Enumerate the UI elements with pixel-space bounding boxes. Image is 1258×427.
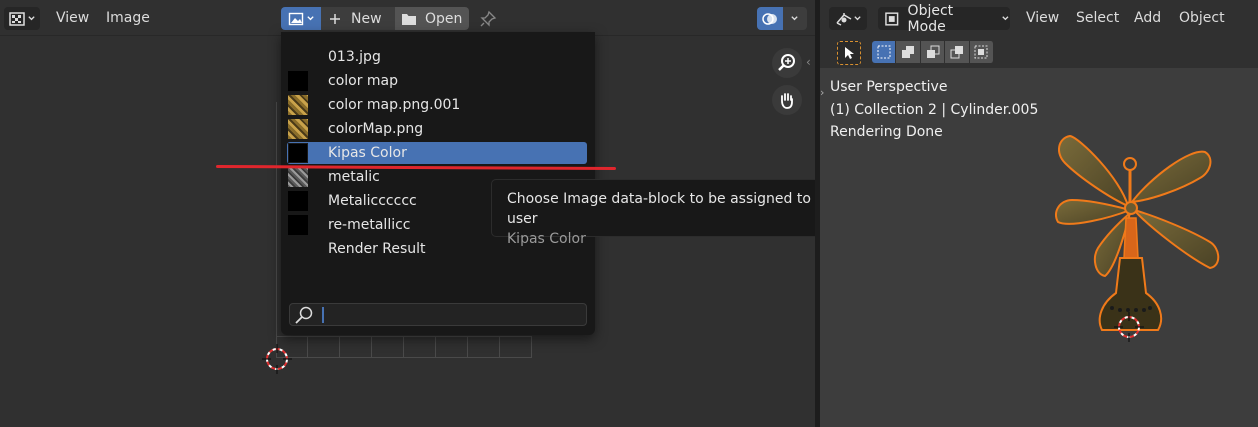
chevron-down-icon [853,16,861,21]
sidebar-toggle-icon[interactable]: ‹ [806,55,811,69]
dropdown-item[interactable]: colorMap.png [287,118,587,140]
select-extend-mode[interactable] [896,41,921,63]
thumbnail [288,47,308,67]
select-extend-icon [902,46,915,58]
object-mode-icon [885,11,899,26]
dropdown-item[interactable]: color map [287,70,587,92]
fan-model[interactable] [1050,118,1250,358]
select-new-mode[interactable] [872,41,897,63]
overlays-icon [762,12,777,25]
pan-gizmo[interactable] [772,85,802,115]
dropdown-item-label: Kipas Color [328,145,407,161]
image-editor-header: View Image New Open [0,0,815,36]
dropdown-item[interactable]: 013.jpg [287,46,587,68]
2d-cursor-icon[interactable] [262,344,292,374]
viewport-header: Object Mode View Select Add Object [820,0,1258,36]
thumbnail [288,71,308,91]
3d-cursor-icon[interactable] [1114,312,1144,342]
cursor-arrow-icon [845,47,854,59]
editor-type-button[interactable] [829,7,867,30]
select-tool-button[interactable] [837,41,861,65]
image-editor-icon [8,11,25,26]
selection-mode-group [872,41,995,63]
viewport-view-name: User Perspective [830,79,948,95]
new-label: New [351,10,382,27]
menu-add[interactable]: Add [1134,10,1161,26]
folder-icon [402,13,416,25]
select-intersect-icon [974,45,988,59]
dropdown-item-label: Render Result [328,241,426,257]
editor-type-button[interactable] [4,7,40,30]
menu-object[interactable]: Object [1179,10,1225,26]
thumbnail [288,95,308,115]
image-icon [288,12,303,25]
chevron-down-icon [306,16,314,21]
tooltip: Choose Image data-block to be assigned t… [491,179,862,247]
select-intersect-mode[interactable] [969,41,995,63]
dropdown-item-label: 013.jpg [328,49,381,65]
dropdown-item-label: color map.png.001 [328,97,461,113]
3d-viewport: Object Mode View Select Add Object › Use… [820,0,1258,427]
hand-icon [781,93,793,109]
dropdown-item-label: color map [328,73,399,89]
viewport-render-status: Rendering Done [830,124,943,140]
dropdown-item[interactable]: color map.png.001 [287,94,587,116]
open-label: Open [425,10,463,27]
mode-label: Object Mode [907,2,954,35]
dropdown-item-selected[interactable]: Kipas Color [287,142,587,164]
mode-selector[interactable]: Object Mode [878,3,1010,35]
text-caret [322,306,324,323]
plus-icon [330,13,340,24]
menu-view[interactable]: View [1026,10,1059,26]
menu-image[interactable]: Image [106,10,150,26]
dropdown-item-label: colorMap.png [328,121,424,137]
select-subtract-mode[interactable] [920,41,946,63]
grid-cells [276,336,532,358]
select-invert-icon [950,46,963,59]
dropdown-item-label: metalic [328,169,380,185]
3d-viewport-icon [835,12,851,26]
thumbnail [288,167,308,187]
zoom-gizmo[interactable] [772,48,802,78]
open-image-button[interactable]: Open [395,7,469,30]
thumbnail [288,215,308,235]
browse-image-button[interactable] [281,7,321,30]
tool-settings-bar [820,36,1258,68]
menu-select[interactable]: Select [1076,10,1119,26]
toolbar-toggle-icon[interactable]: › [820,86,824,99]
pin-icon[interactable] [478,9,498,29]
thumbnail [288,143,308,163]
tooltip-value: Kipas Color [507,231,586,247]
zoom-icon [778,54,795,71]
select-invert-mode[interactable] [945,41,970,63]
select-new-icon [877,45,891,59]
dropdown-item-label: re-metallicc [328,217,411,233]
search-icon [295,306,313,324]
thumbnail [288,191,308,211]
thumbnail [288,119,308,139]
dropdown-search-field[interactable] [289,303,587,326]
viewport-collection-info: (1) Collection 2 | Cylinder.005 [830,102,1039,118]
tooltip-title: Choose Image data-block to be assigned t… [507,191,841,227]
menu-view[interactable]: View [56,10,89,26]
chevron-down-icon [27,16,35,21]
overlays-button[interactable] [757,7,807,30]
select-subtract-icon [926,45,940,58]
new-image-button[interactable]: New [321,7,395,30]
thumbnail [288,239,308,259]
chevron-down-icon [1002,16,1009,21]
chevron-down-icon [791,16,798,21]
dropdown-item-label: Metalicccccc [328,193,417,209]
